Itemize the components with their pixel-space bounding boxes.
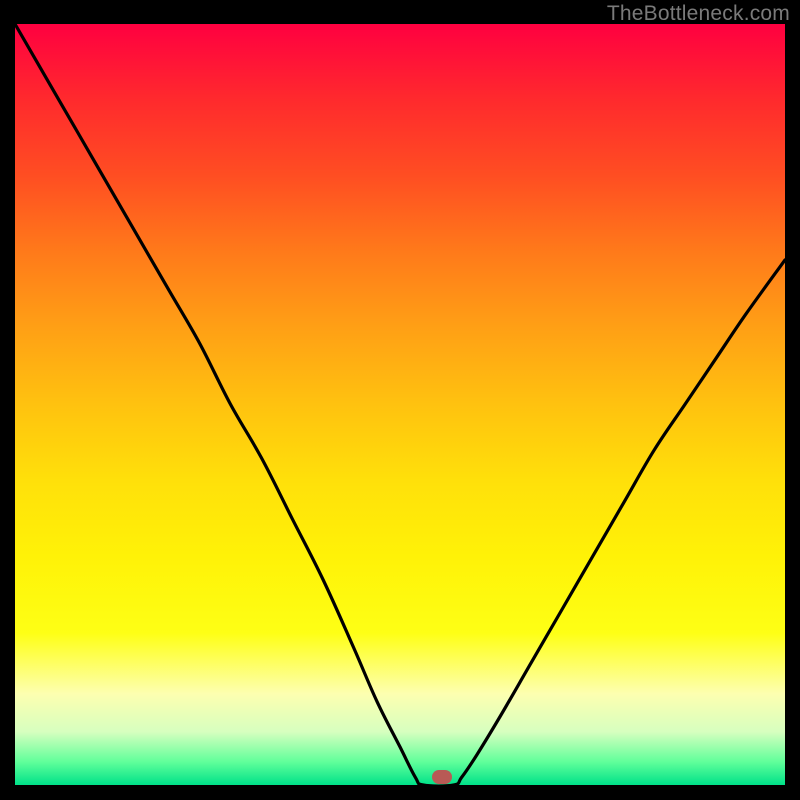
- optimum-marker: [432, 770, 452, 784]
- bottleneck-curve: [15, 24, 785, 785]
- plot-area: [15, 24, 785, 785]
- outer-frame: TheBottleneck.com: [0, 0, 800, 800]
- watermark-text: TheBottleneck.com: [607, 2, 790, 26]
